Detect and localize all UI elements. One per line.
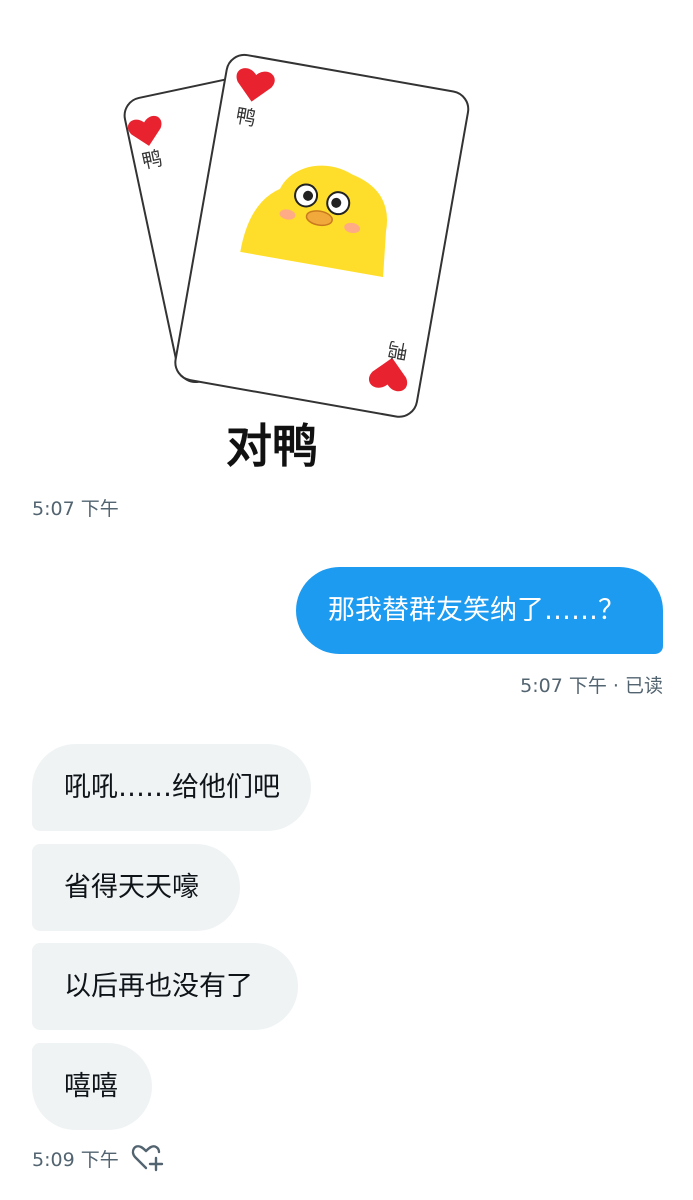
card-corner-label: 鸭	[386, 337, 410, 364]
message-timestamp: 5:07 下午	[32, 498, 119, 520]
sticker-caption: 对鸭	[226, 419, 318, 473]
message-timestamp: 5:09 下午	[32, 1148, 119, 1171]
heart-plus-icon[interactable]	[131, 1143, 165, 1173]
read-status-timestamp: 5:07 下午 · 已读	[520, 675, 663, 697]
last-message-footer: 5:09 下午	[32, 1143, 165, 1173]
sent-message-bubble[interactable]: 那我替群友笑纳了……？	[296, 567, 663, 654]
received-message-bubble[interactable]: 嘻嘻	[32, 1043, 152, 1130]
sticker-image[interactable]: 鸭 鸭 鸭 对鸭	[100, 30, 530, 480]
card-corner-label: 鸭	[234, 103, 258, 130]
received-message-bubble[interactable]: 省得天天嚎	[32, 844, 240, 931]
received-message-bubble[interactable]: 吼吼……给他们吧	[32, 744, 311, 831]
sticker-illustration: 鸭 鸭 鸭 对鸭	[123, 53, 470, 473]
received-message-bubble[interactable]: 以后再也没有了	[32, 943, 298, 1030]
